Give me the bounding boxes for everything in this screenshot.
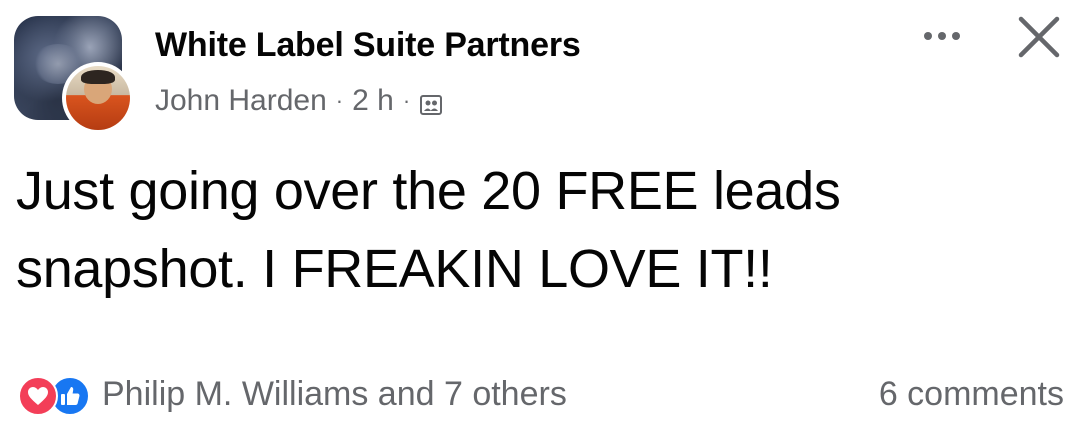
more-options-button[interactable] <box>917 22 967 52</box>
group-members-icon <box>420 90 443 115</box>
reaction-icons <box>18 374 106 416</box>
post-meta: John Harden · 2 h · <box>155 82 443 120</box>
author-name-link[interactable]: John Harden <box>155 84 327 118</box>
close-button[interactable] <box>1012 12 1066 66</box>
reactions-summary[interactable]: Philip M. Williams and 7 others <box>18 370 567 418</box>
post-text-line: snapshot. I FREAKIN LOVE IT!! <box>16 239 773 299</box>
post-body-text: Just going over the 20 FREE leads snapsh… <box>16 152 1066 308</box>
close-icon <box>1016 14 1062 65</box>
comments-count-link[interactable]: 6 comments <box>879 370 1064 418</box>
post-text-line: Just going over the 20 FREE leads <box>16 161 841 221</box>
group-name-link[interactable]: White Label Suite Partners <box>155 26 581 65</box>
post-timestamp[interactable]: 2 h <box>352 84 394 118</box>
more-options-icon <box>922 28 962 46</box>
love-reaction-icon <box>18 376 58 416</box>
reactions-text: Philip M. Williams and 7 others <box>102 374 567 413</box>
avatar-hair <box>81 70 115 84</box>
meta-separator: · <box>402 88 411 113</box>
avatar-group[interactable] <box>14 16 134 134</box>
post-card: White Label Suite Partners John Harden ·… <box>0 0 1084 445</box>
author-avatar[interactable] <box>62 62 134 134</box>
meta-separator: · <box>335 88 344 113</box>
author-avatar-image <box>66 66 130 130</box>
